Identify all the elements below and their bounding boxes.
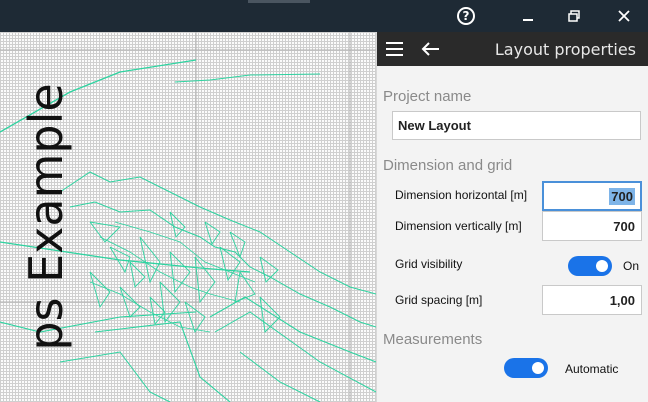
dim-vertical-label: Dimension vertically [m] [395, 219, 522, 233]
grid-visibility-label: Grid visibility [395, 257, 463, 271]
layout-canvas[interactable]: ps Example [0, 32, 376, 402]
map-line [229, 231, 246, 259]
panel-title: Layout properties [494, 40, 636, 59]
canvas-title: ps Example [19, 83, 73, 351]
grid-visibility-toggle[interactable] [568, 256, 612, 276]
close-icon [618, 10, 630, 22]
restore-button[interactable] [551, 0, 597, 32]
properties-panel: Layout properties Project name New Layou… [376, 32, 648, 402]
measurements-state: Automatic [565, 362, 619, 376]
minimize-button[interactable] [505, 0, 551, 32]
map-line [214, 311, 376, 393]
map-line [169, 251, 191, 294]
dim-horizontal-value: 700 [609, 188, 635, 205]
map-line [129, 261, 146, 288]
dim-horizontal-label: Dimension horizontal [m] [395, 188, 528, 202]
dimension-grid-heading: Dimension and grid [383, 157, 513, 174]
map-line [89, 221, 121, 243]
measurements-heading: Measurements [383, 331, 483, 348]
restore-icon [568, 10, 580, 22]
map-line [194, 256, 216, 304]
map-line [259, 296, 281, 333]
map-line [59, 171, 376, 295]
map-line [94, 321, 231, 402]
hamburger-icon-line [385, 48, 403, 50]
map-line [69, 201, 376, 328]
back-button[interactable] [413, 32, 447, 66]
minimize-icon [523, 19, 533, 21]
panel-header: Layout properties [377, 32, 648, 66]
project-name-field[interactable]: New Layout [392, 111, 641, 140]
title-bar: ? [0, 0, 648, 32]
canvas-title-area: ps Example [0, 32, 94, 402]
hamburger-icon-line-2 [385, 54, 403, 56]
grid-spacing-label: Grid spacing [m] [395, 293, 483, 307]
map-line [259, 256, 279, 283]
grid-visibility-state: On [623, 259, 640, 273]
title-bar-accent [248, 0, 310, 3]
measurements-toggle[interactable] [504, 358, 548, 378]
hamburger-icon [385, 42, 403, 44]
map-line [184, 301, 206, 334]
map-line [204, 221, 221, 246]
map-line [209, 296, 376, 363]
back-arrow-icon [421, 42, 439, 56]
close-button[interactable] [601, 0, 647, 32]
grid-spacing-input[interactable]: 1,00 [542, 285, 642, 315]
map-line [169, 211, 186, 238]
dim-horizontal-input[interactable]: 700 [542, 181, 642, 211]
help-button[interactable]: ? [443, 0, 489, 32]
project-name-heading: Project name [383, 88, 472, 105]
help-icon: ? [457, 7, 475, 25]
menu-button[interactable] [377, 32, 411, 66]
map-line [174, 73, 321, 83]
dim-vertical-input[interactable]: 700 [542, 211, 642, 241]
map-line [239, 351, 321, 402]
